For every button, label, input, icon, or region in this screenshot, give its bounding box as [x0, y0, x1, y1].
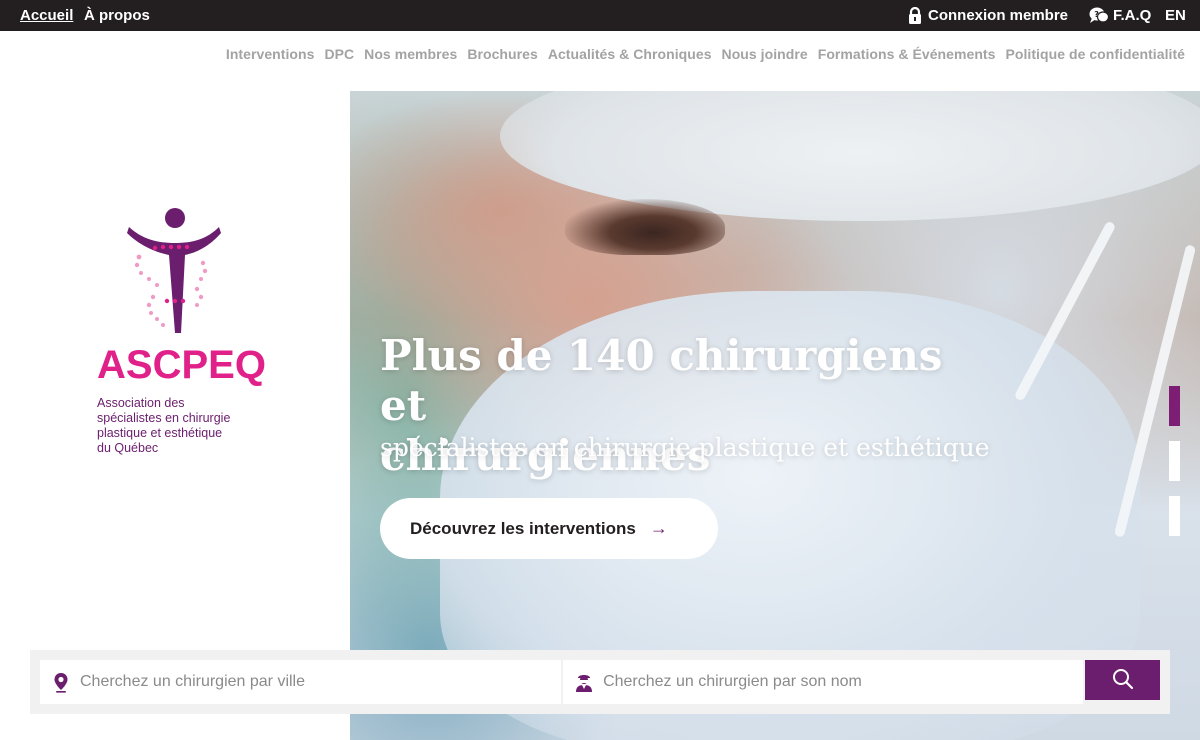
surgeon-icon [573, 671, 595, 693]
nav-item-members[interactable]: Nos membres [364, 46, 457, 62]
logo-tagline: Association des spécialistes en chirurgi… [97, 396, 267, 456]
nav-item-contact[interactable]: Nous joindre [722, 46, 808, 62]
name-search-input[interactable] [563, 660, 1084, 704]
member-login-link[interactable]: Connexion membre [908, 7, 1068, 24]
nav-item-privacy[interactable]: Politique de confidentialité [1005, 46, 1185, 62]
hero-photo-surgical-cap [500, 91, 1200, 221]
discover-interventions-button[interactable]: Découvrez les interventions → [380, 498, 718, 559]
topbar-link-about[interactable]: À propos [84, 7, 150, 24]
cta-label: Découvrez les interventions [410, 518, 636, 538]
slide-indicator-3[interactable] [1169, 496, 1180, 536]
hero-headline-line: Plus de 140 chirurgiens et [380, 331, 943, 430]
arrow-right-icon: → [649, 518, 668, 538]
nav-item-brochures[interactable]: Brochures [467, 46, 537, 62]
topbar-link-home[interactable]: Accueil [20, 7, 73, 24]
city-search-input[interactable] [40, 660, 562, 704]
name-search-field [563, 660, 1084, 704]
logo-tagline-line: spécialistes en chirurgie [97, 411, 231, 425]
site-logo[interactable]: ASCPEQ Association des spécialistes en c… [97, 205, 267, 455]
hero-photo-mask-strap [1113, 244, 1197, 538]
faq-link[interactable]: ? F.A.Q [1089, 7, 1151, 24]
language-toggle[interactable]: EN [1165, 7, 1186, 24]
hero-subline: spécialistes en chirurgie plastique et e… [380, 433, 990, 462]
main-nav: Interventions DPC Nos membres Brochures … [226, 46, 1185, 62]
search-submit-button[interactable] [1085, 660, 1160, 700]
nav-item-events[interactable]: Formations & Événements [818, 46, 996, 62]
logo-figure-icon [127, 208, 221, 333]
member-login-label: Connexion membre [928, 7, 1069, 24]
faq-label: F.A.Q [1113, 7, 1152, 24]
logo-wordmark: ASCPEQ [97, 343, 266, 387]
search-icon [1112, 668, 1134, 693]
lock-icon [908, 7, 922, 24]
faq-bubble-icon: ? [1089, 7, 1109, 24]
nav-item-interventions[interactable]: Interventions [226, 46, 315, 62]
slide-indicator-2[interactable] [1169, 441, 1180, 481]
slide-indicator-1[interactable] [1169, 386, 1180, 426]
map-pin-icon [50, 671, 72, 693]
slider-pagination [1169, 386, 1180, 536]
svg-text:?: ? [1094, 10, 1099, 19]
surgeon-search-form [30, 650, 1170, 714]
nav-item-dpc[interactable]: DPC [324, 46, 354, 62]
hero-banner: Plus de 140 chirurgiens et chirurgiennes… [350, 91, 1200, 740]
nav-item-news[interactable]: Actualités & Chroniques [548, 46, 712, 62]
top-utility-bar: Accueil À propos Connexion membre ? F.A.… [0, 0, 1200, 31]
hero-photo-eye [565, 199, 725, 255]
city-search-field [40, 660, 562, 704]
logo-tagline-line: Association des [97, 396, 185, 410]
logo-tagline-line: plastique et esthétique [97, 426, 223, 440]
logo-tagline-line: du Québec [97, 441, 159, 455]
